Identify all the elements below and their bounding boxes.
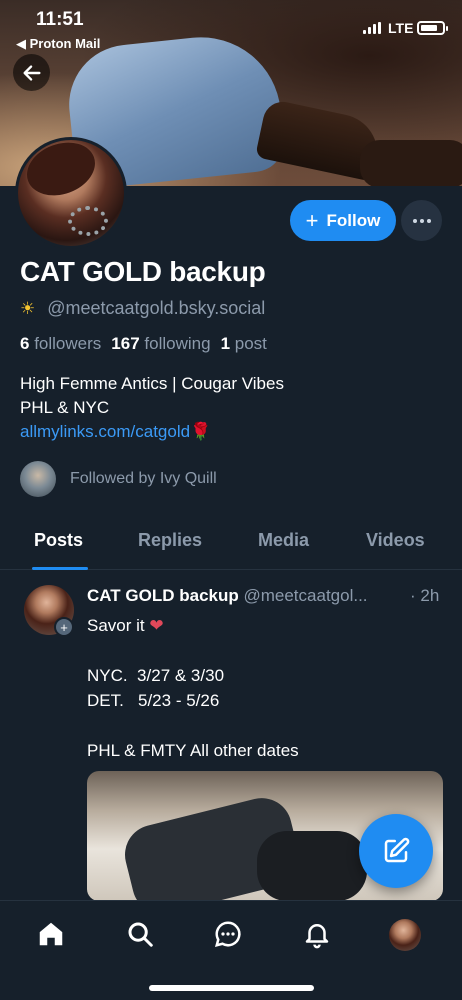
- search-icon: [128, 922, 153, 947]
- active-tab-indicator: [32, 567, 88, 570]
- network-label: LTE: [388, 20, 414, 36]
- post-timestamp: · 2h: [410, 586, 440, 605]
- followed-by-row[interactable]: Followed by Ivy Quill: [20, 461, 217, 497]
- status-time: 11:51: [36, 9, 84, 30]
- compose-button[interactable]: [359, 814, 433, 888]
- back-button[interactable]: [13, 54, 50, 91]
- profile-bio: High Femme Antics | Cougar Vibes PHL & N…: [20, 372, 284, 444]
- tab-posts[interactable]: Posts: [34, 530, 83, 551]
- followers-stat[interactable]: 6 followers: [20, 334, 101, 354]
- arrow-left-icon: [22, 64, 41, 81]
- status-bar: 11:51 ◀ Proton Mail LTE: [0, 0, 462, 56]
- bio-link[interactable]: allmylinks.com/catgold: [20, 422, 190, 441]
- bio-line: High Femme Antics | Cougar Vibes: [20, 374, 284, 393]
- tab-replies[interactable]: Replies: [138, 530, 202, 551]
- tab-media[interactable]: Media: [258, 530, 309, 551]
- profile-tabs: Posts Replies Media Videos: [0, 516, 462, 570]
- posts-stat: 1 post: [220, 334, 267, 353]
- signal-icon: [363, 22, 383, 34]
- plus-icon[interactable]: +: [54, 617, 74, 637]
- post-text: Savor it ❤ NYC. 3/27 & 3/30 DET. 5/23 - …: [87, 616, 299, 760]
- handle-row: ☀ @meetcaatgold.bsky.social: [20, 298, 265, 319]
- battery-icon: [417, 21, 448, 35]
- home-icon: [39, 922, 63, 946]
- back-to-app-link[interactable]: ◀ Proton Mail: [16, 36, 100, 52]
- avatar-detail: [68, 206, 108, 236]
- plus-icon: +: [305, 207, 319, 233]
- sun-emoji-icon: ☀: [20, 298, 36, 318]
- follow-label: Follow: [326, 210, 381, 230]
- rose-emoji-icon: 🌹: [190, 422, 212, 441]
- chat-icon: [214, 921, 241, 948]
- nav-search[interactable]: [123, 917, 157, 951]
- nav-notifications[interactable]: [300, 917, 334, 951]
- ellipsis-icon: [412, 218, 417, 223]
- banner-photo-detail: [360, 140, 462, 186]
- heart-emoji-icon: ❤: [149, 616, 164, 635]
- compose-pencil-icon: [384, 837, 410, 863]
- tab-videos[interactable]: Videos: [366, 530, 425, 551]
- profile-handle: @meetcaatgold.bsky.social: [47, 298, 266, 318]
- profile-display-name: CAT GOLD backup: [20, 256, 266, 287]
- nav-home[interactable]: [34, 917, 68, 951]
- following-stat[interactable]: 167 following: [111, 334, 210, 354]
- more-options-button[interactable]: [401, 200, 442, 241]
- post-header: CAT GOLD backup @meetcaatgol...: [87, 586, 447, 606]
- bottom-navigation: [0, 900, 462, 1000]
- post-image-detail: [257, 831, 367, 901]
- bio-line: PHL & NYC: [20, 398, 110, 417]
- nav-chat[interactable]: [211, 917, 245, 951]
- follow-button[interactable]: + Follow: [290, 200, 396, 241]
- follower-avatar: [20, 461, 56, 497]
- post-author-name[interactable]: CAT GOLD backup: [87, 586, 239, 605]
- home-indicator: [149, 985, 314, 991]
- followed-by-text: Followed by Ivy Quill: [70, 470, 217, 487]
- post-author-handle: @meetcaatgol...: [243, 586, 368, 605]
- profile-avatar[interactable]: [15, 137, 127, 249]
- nav-profile-avatar[interactable]: [389, 919, 421, 951]
- bell-icon: [305, 924, 329, 949]
- profile-stats: 6 followers 167 following 1 post: [20, 334, 267, 354]
